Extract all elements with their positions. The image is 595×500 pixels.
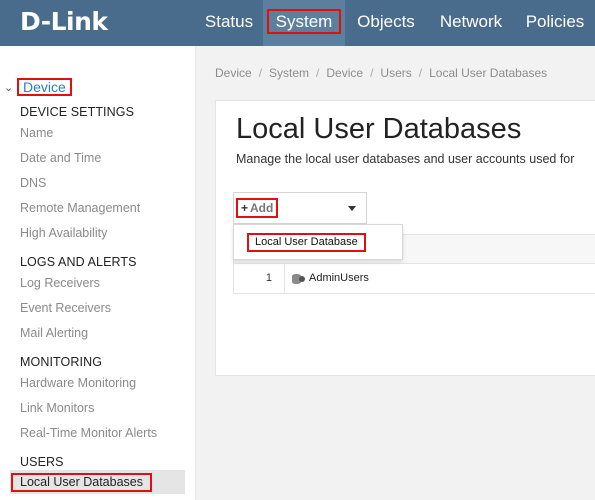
nav-policies[interactable]: Policies	[515, 0, 595, 46]
sidebar-item-dns[interactable]: DNS	[20, 176, 46, 190]
add-dropdown-menu: Local User Database	[233, 224, 403, 260]
sidebar-item-log-receivers[interactable]: Log Receivers	[20, 276, 100, 290]
plus-icon: +	[241, 201, 249, 215]
nav-system[interactable]: System	[263, 0, 345, 46]
breadcrumb-item-users[interactable]: Users	[380, 66, 411, 80]
chevron-down-icon: ⌄	[4, 81, 14, 94]
sidebar-section-logs-and-alerts: LOGS AND ALERTS	[20, 255, 137, 269]
dlink-logo: D-Link	[20, 7, 108, 36]
nav-objects[interactable]: Objects	[345, 0, 427, 46]
breadcrumb-separator: /	[258, 66, 263, 80]
sidebar-item-high-availability[interactable]: High Availability	[20, 226, 107, 240]
row-index: 1	[234, 264, 285, 293]
breadcrumb: Device / System / Device / Users / Local User Da…	[215, 66, 547, 80]
nav-status[interactable]: Status	[195, 0, 263, 46]
breadcrumb-separator: /	[316, 66, 320, 80]
sidebar-item-mail-alerting[interactable]: Mail Alerting	[20, 326, 88, 340]
add-dropdown-button[interactable]: + Add	[233, 192, 367, 224]
sidebar: ⌄ Device DEVICE SETTINGS Name Date and T…	[0, 46, 196, 500]
breadcrumb-item-device[interactable]: Device	[215, 66, 252, 80]
main-content: Device / System / Device / Users / Local User Da…	[196, 46, 595, 500]
sidebar-item-remote-management[interactable]: Remote Management	[20, 201, 140, 215]
sidebar-item-real-time-monitor-alerts[interactable]: Real-Time Monitor Alerts	[20, 426, 157, 440]
row-name-cell[interactable]: AdminUsers	[292, 264, 369, 293]
sidebar-item-date-and-time[interactable]: Date and Time	[20, 151, 101, 165]
breadcrumb-item-system[interactable]: System	[269, 66, 309, 80]
page-title: Local User Databases	[236, 113, 522, 145]
nav-network[interactable]: Network	[427, 0, 515, 46]
sidebar-section-users: USERS	[20, 455, 64, 469]
add-button-label: + Add	[236, 198, 279, 218]
sidebar-item-name[interactable]: Name	[20, 126, 53, 140]
page-description: Manage the local user databases and user…	[236, 152, 575, 166]
top-navigation-bar: D-Link Status System Objects Network Pol…	[0, 0, 595, 46]
sidebar-root-label: Device	[17, 78, 72, 96]
sidebar-item-link-monitors[interactable]: Link Monitors	[20, 401, 94, 415]
sidebar-section-device-settings: DEVICE SETTINGS	[20, 105, 135, 119]
breadcrumb-item-device-sub[interactable]: Device	[326, 66, 363, 80]
sidebar-item-event-receivers[interactable]: Event Receivers	[20, 301, 111, 315]
row-name: AdminUsers	[309, 272, 369, 284]
caret-down-icon	[348, 206, 356, 211]
sidebar-root-device[interactable]: ⌄ Device	[4, 78, 72, 96]
sidebar-item-hardware-monitoring[interactable]: Hardware Monitoring	[20, 376, 136, 390]
breadcrumb-separator: /	[418, 66, 423, 80]
menu-item-local-user-database[interactable]: Local User Database	[247, 233, 366, 252]
breadcrumb-item-current: Local User Databases	[429, 66, 548, 80]
sidebar-section-monitoring: MONITORING	[20, 355, 103, 369]
sidebar-item-local-user-databases[interactable]: Local User Databases	[11, 473, 152, 492]
breadcrumb-separator: /	[370, 66, 374, 80]
table-row[interactable]: 1 AdminUsers	[233, 264, 595, 294]
user-database-icon	[292, 273, 306, 285]
